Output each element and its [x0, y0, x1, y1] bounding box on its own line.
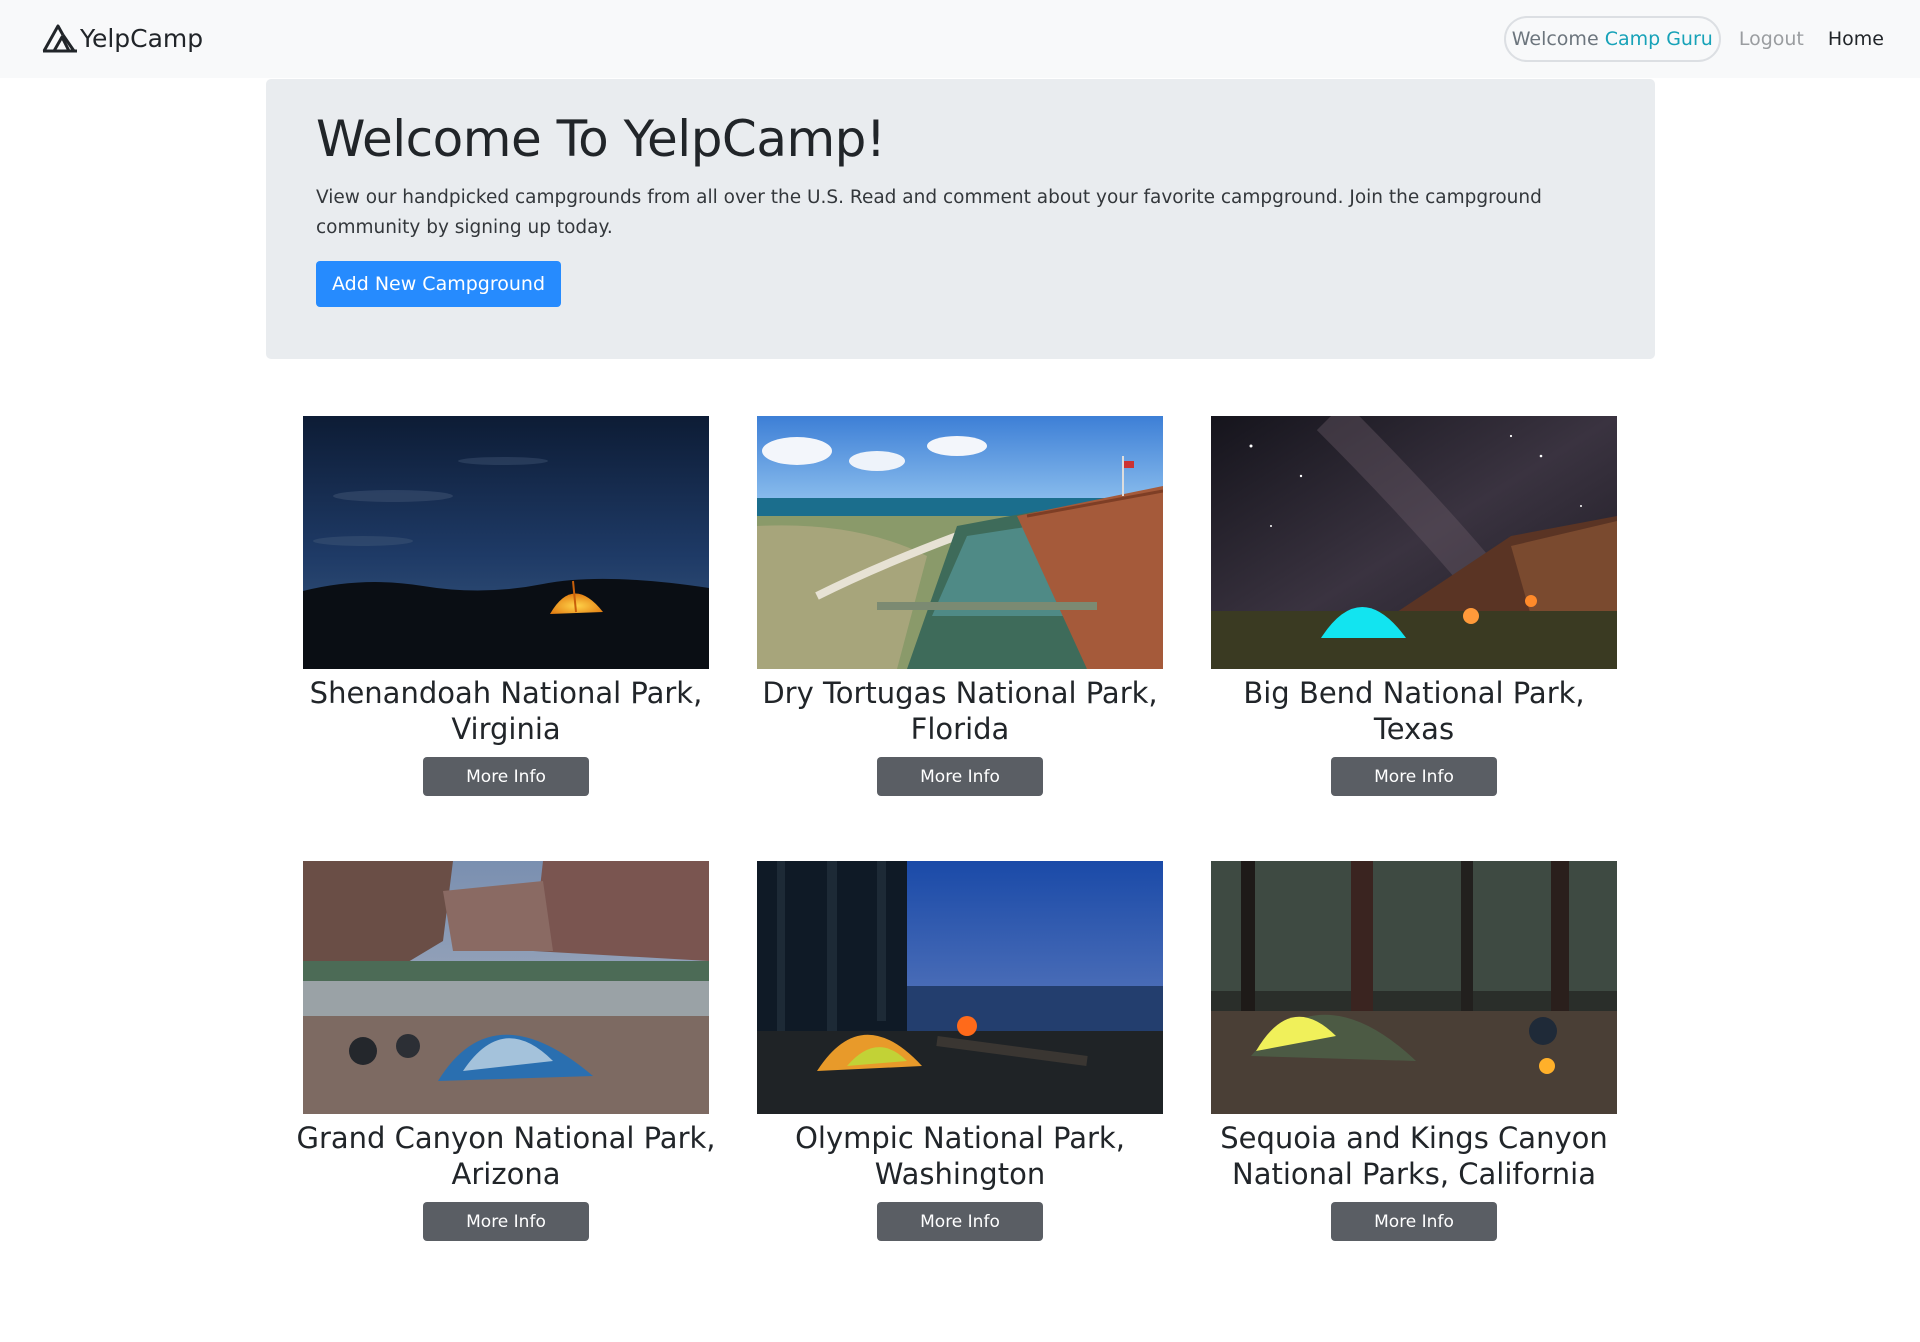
- more-info-button[interactable]: More Info: [877, 757, 1043, 796]
- tent-logo-icon: [42, 23, 78, 53]
- nav-right: Welcome Camp Guru Logout Home: [1503, 14, 1890, 64]
- campground-card: Grand Canyon National Park, Arizona More…: [296, 861, 716, 1241]
- page-title: Welcome To YelpCamp!: [316, 110, 886, 168]
- campground-image[interactable]: [1211, 416, 1617, 669]
- campground-image[interactable]: [1211, 861, 1617, 1114]
- more-info-button[interactable]: More Info: [877, 1202, 1043, 1241]
- campground-name: Grand Canyon National Park, Arizona: [296, 1121, 716, 1191]
- lead-text: View our handpicked campgrounds from all…: [316, 187, 1542, 238]
- more-info-button[interactable]: More Info: [1331, 1202, 1497, 1241]
- campground-card: Sequoia and Kings Canyon National Parks,…: [1211, 861, 1617, 1241]
- campground-name: Olympic National Park, Washington: [795, 1121, 1125, 1191]
- campground-image[interactable]: [303, 416, 709, 669]
- navbar: YelpCamp Welcome Camp Guru Logout Home: [0, 0, 1920, 78]
- campground-card: Dry Tortugas National Park, Florida More…: [757, 416, 1163, 796]
- welcome-prefix: Welcome: [1511, 28, 1599, 50]
- campground-grid: Shenandoah National Park, Virginia More …: [296, 416, 1618, 1256]
- brand-text: YelpCamp: [80, 23, 204, 53]
- jumbotron: Welcome To YelpCamp! View our handpicked…: [266, 79, 1655, 359]
- campground-name: Dry Tortugas National Park, Florida: [762, 676, 1158, 746]
- username-link[interactable]: Camp Guru: [1605, 28, 1713, 50]
- more-info-button[interactable]: More Info: [423, 1202, 589, 1241]
- campground-card: Shenandoah National Park, Virginia More …: [303, 416, 709, 796]
- more-info-button[interactable]: More Info: [1331, 757, 1497, 796]
- campground-name: Big Bend National Park, Texas: [1243, 676, 1585, 746]
- logout-link[interactable]: Logout: [1733, 28, 1810, 50]
- campground-name: Sequoia and Kings Canyon National Parks,…: [1220, 1121, 1608, 1191]
- brand-link[interactable]: YelpCamp: [42, 18, 203, 58]
- home-link[interactable]: Home: [1822, 28, 1890, 50]
- campground-name: Shenandoah National Park, Virginia: [309, 676, 703, 746]
- campground-image[interactable]: [757, 416, 1163, 669]
- welcome-user-badge[interactable]: Welcome Camp Guru: [1503, 16, 1721, 62]
- more-info-button[interactable]: More Info: [423, 757, 589, 796]
- add-campground-button[interactable]: Add New Campground: [316, 261, 562, 307]
- campground-image[interactable]: [757, 861, 1163, 1114]
- campground-card: Big Bend National Park, Texas More Info: [1211, 416, 1617, 796]
- campground-image[interactable]: [303, 861, 709, 1114]
- campground-card: Olympic National Park, Washington More I…: [757, 861, 1163, 1241]
